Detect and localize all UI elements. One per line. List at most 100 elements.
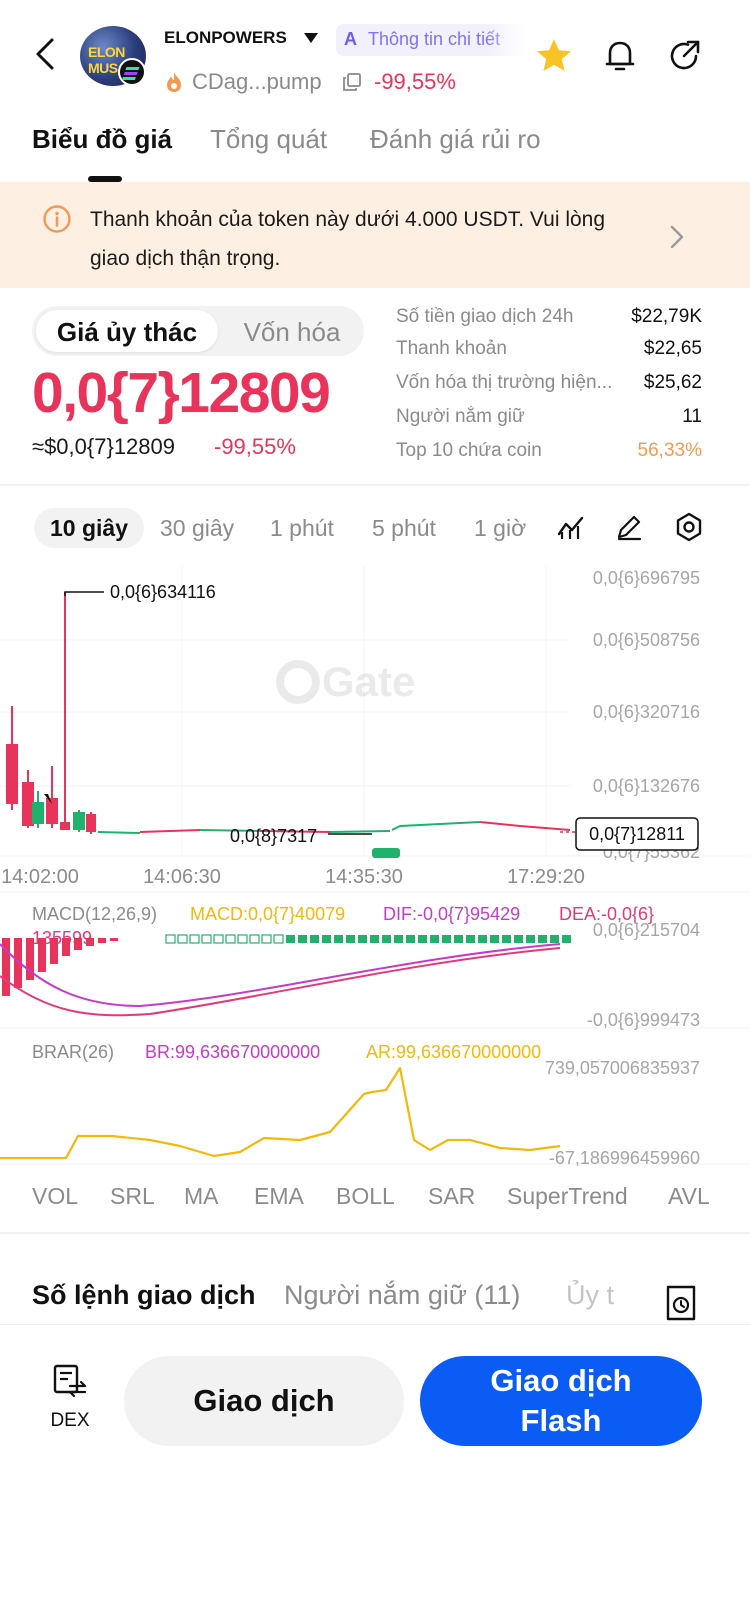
ai-sparkle-icon: A <box>344 29 357 49</box>
tab-price-chart[interactable]: Biểu đồ giá <box>32 124 172 155</box>
high-label-leader <box>64 591 104 596</box>
macd-bar <box>165 934 176 944</box>
macd-bar <box>442 935 451 943</box>
macd-axis-top: 0,0{6}215704 <box>593 920 700 940</box>
macd-bar <box>273 934 284 944</box>
low-price-label: 0,0{8}7317 <box>230 826 317 846</box>
macd-bar <box>406 935 415 943</box>
time-tick: 14:06:30 <box>143 866 221 888</box>
macd-bar <box>478 935 487 943</box>
token-name[interactable]: ELONPOWERS <box>164 28 287 48</box>
stat-row: Top 10 chứa coin 56,33% <box>396 438 702 468</box>
token-dropdown-caret-icon[interactable] <box>304 33 318 43</box>
price-tick: 0,0{6}320716 <box>593 702 700 722</box>
macd-bar <box>346 935 355 943</box>
current-price-tag-label: 0,0{7}12811 <box>589 824 685 844</box>
info-warning-icon <box>43 205 71 233</box>
interval-1m[interactable]: 1 phút <box>270 508 334 548</box>
indicator-tabs: VOL SRL MA EMA BOLL SAR SuperTrend AVL <box>0 1180 750 1220</box>
candlesticks <box>6 592 96 834</box>
macd-bar <box>86 938 94 946</box>
order-history-icon[interactable] <box>664 1284 698 1322</box>
price-tick: 0,0{6}508756 <box>593 630 700 650</box>
indicator-boll[interactable]: BOLL <box>336 1183 395 1210</box>
time-tick: 14:35:30 <box>325 866 403 888</box>
chevron-right-icon[interactable] <box>664 222 688 252</box>
interval-1h[interactable]: 1 giờ <box>474 508 526 548</box>
indicator-supertrend[interactable]: SuperTrend <box>507 1183 628 1210</box>
favorite-star-icon[interactable] <box>534 36 574 76</box>
indicator-sar[interactable]: SAR <box>428 1183 475 1210</box>
macd-bar <box>38 938 46 972</box>
macd-value: MACD:0,0{7}40079 <box>190 904 345 924</box>
interval-5m[interactable]: 5 phút <box>372 508 436 548</box>
interval-30s[interactable]: 30 giây <box>160 508 234 548</box>
macd-bar <box>177 934 188 944</box>
indicator-vol[interactable]: VOL <box>32 1183 78 1210</box>
copy-icon[interactable] <box>342 72 362 92</box>
flash-trade-label-line2: Flash <box>520 1403 602 1438</box>
back-arrow-icon[interactable] <box>26 32 66 76</box>
tab-overview[interactable]: Tổng quát <box>210 124 327 155</box>
flash-trade-button[interactable]: Giao dịch Flash <box>420 1356 702 1446</box>
indicator-srl[interactable]: SRL <box>110 1183 155 1210</box>
current-price: 0,0{7}12809 <box>32 361 331 425</box>
macd-bar <box>74 938 82 950</box>
price-chart[interactable]: Gate 0,0{6}634116 0,0{8}7317 0,0{6}69679 <box>0 566 750 1166</box>
brar-axis-top: 739,057006835937 <box>545 1058 700 1078</box>
indicator-avl[interactable]: AVL <box>668 1183 710 1210</box>
chart-settings-icon[interactable] <box>674 512 704 542</box>
bell-icon[interactable] <box>600 36 640 76</box>
tab-risk-assessment[interactable]: Đánh giá rủi ro <box>370 124 541 155</box>
indicator-chart-icon[interactable] <box>556 512 586 542</box>
ar-line <box>0 1066 561 1160</box>
macd-bar <box>418 935 427 943</box>
ai-info-label: Thông tin chi tiết <box>368 29 501 49</box>
stat-label: Số tiền giao dịch 24h <box>396 306 574 327</box>
candle <box>6 744 18 804</box>
tab-holders[interactable]: Người nắm giữ (11) <box>284 1280 520 1311</box>
solana-chain-icon <box>118 58 146 86</box>
candle <box>60 822 70 830</box>
interval-10s[interactable]: 10 giây <box>34 508 144 548</box>
brar-legend: BRAR(26) BR:99,636670000000 AR:99,636670… <box>32 1042 541 1062</box>
stat-row: Vốn hóa thị trường hiện... $25,62 <box>396 370 702 400</box>
toggle-entrusted-price[interactable]: Giá ủy thác <box>36 310 218 352</box>
macd-bar <box>334 935 343 943</box>
macd-bar <box>466 935 475 943</box>
indicator-ema[interactable]: EMA <box>254 1183 304 1210</box>
toggle-entrusted-price-label: Giá ủy thác <box>56 317 198 347</box>
macd-bar <box>237 934 248 944</box>
brar-br: BR:99,636670000000 <box>145 1042 320 1062</box>
indicator-ma[interactable]: MA <box>184 1183 219 1210</box>
macd-bar <box>370 935 379 943</box>
price-tick: 0,0{6}696795 <box>593 568 700 588</box>
candle <box>73 812 85 830</box>
toggle-market-cap[interactable]: Vốn hóa <box>224 317 360 348</box>
dex-label: DEX <box>50 1410 90 1431</box>
time-tick: 14:02:00 <box>1 866 79 888</box>
buy-marker <box>372 848 400 858</box>
stat-value: 11 <box>682 406 702 427</box>
tab-trade-orders[interactable]: Số lệnh giao dịch <box>32 1280 256 1311</box>
stat-label: Top 10 chứa coin <box>396 440 542 461</box>
macd-bar <box>310 935 319 943</box>
stat-value: $22,65 <box>643 338 702 359</box>
share-icon[interactable] <box>664 36 704 76</box>
time-tick: 17:29:20 <box>507 866 585 888</box>
liquidity-warning-banner[interactable]: Thanh khoản của token này dưới 4.000 USD… <box>0 182 750 288</box>
trade-button[interactable]: Giao dịch <box>124 1356 404 1446</box>
stat-row: Số tiền giao dịch 24h $22,79K <box>396 304 702 334</box>
ai-info-button[interactable]: A Thông tin chi tiết <box>336 24 526 56</box>
draw-pencil-icon[interactable] <box>614 512 644 542</box>
macd-dif: DIF:-0,0{7}95429 <box>383 904 520 924</box>
macd-bar <box>538 935 547 943</box>
macd-bar <box>322 935 331 943</box>
macd-bar <box>98 938 106 943</box>
price-mode-toggle: Giá ủy thác Vốn hóa <box>32 306 364 356</box>
dex-button[interactable]: DEX <box>40 1364 100 1440</box>
macd-legend: MACD(12,26,9) MACD:0,0{7}40079 DIF:-0,0{… <box>32 904 654 948</box>
stat-label: Người nắm giữ <box>396 406 525 427</box>
dex-swap-icon <box>53 1364 87 1398</box>
tab-entrusted[interactable]: Ủy t <box>566 1280 614 1311</box>
